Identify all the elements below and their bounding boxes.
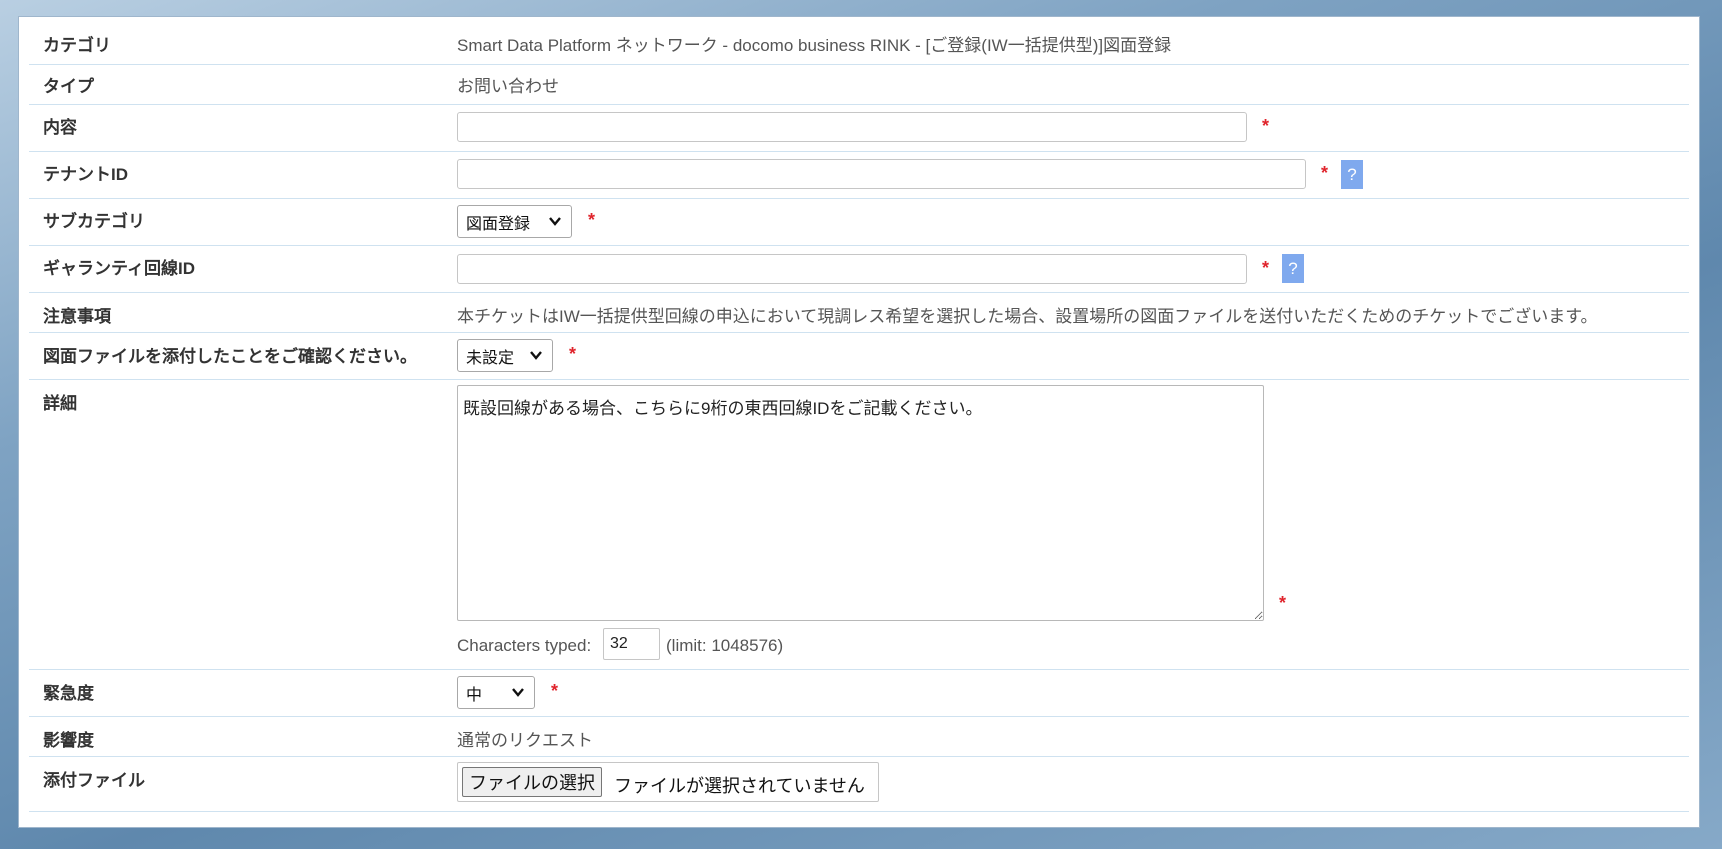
chevron-down-icon xyxy=(530,351,542,360)
row-urgency: 緊急度 中 * xyxy=(29,669,1689,717)
confirm-attach-label: 図面ファイルを添付したことをご確認ください。 xyxy=(43,347,417,366)
choose-file-button[interactable]: ファイルの選択 xyxy=(462,767,602,797)
chars-typed-field xyxy=(603,628,660,660)
category-label: カテゴリ xyxy=(43,36,111,55)
file-status-text: ファイルが選択されていません xyxy=(614,776,865,796)
row-subcategory: サブカテゴリ 図面登録 * xyxy=(29,198,1689,246)
confirm-attach-select[interactable]: 未設定 xyxy=(457,339,553,372)
file-input[interactable]: ファイルの選択 ファイルが選択されていません xyxy=(457,762,879,802)
tenant-id-label: テナントID xyxy=(43,165,128,184)
subcategory-required-mark: * xyxy=(588,210,596,230)
category-value: Smart Data Platform ネットワーク - docomo busi… xyxy=(457,36,1172,55)
impact-label: 影響度 xyxy=(43,731,94,750)
urgency-required-mark: * xyxy=(551,681,559,701)
type-value: お問い合わせ xyxy=(457,77,559,96)
row-confirm-attach: 図面ファイルを添付したことをご確認ください。 未設定 * xyxy=(29,332,1689,380)
subcategory-label: サブカテゴリ xyxy=(43,212,145,231)
guarantee-line-id-help-button[interactable]: ? xyxy=(1282,254,1304,283)
row-type: タイプ お問い合わせ xyxy=(29,64,1689,105)
row-content: 内容 * xyxy=(29,104,1689,152)
chars-limit-text: (limit: 1048576) xyxy=(666,636,784,655)
chevron-down-icon xyxy=(549,217,561,226)
guarantee-line-id-input[interactable] xyxy=(457,254,1247,284)
impact-value: 通常のリクエスト xyxy=(457,731,593,750)
notice-value: 本チケットはIW一括提供型回線の申込において現調レス希望を選択した場合、設置場所… xyxy=(457,307,1598,326)
guarantee-line-id-required-mark: * xyxy=(1262,258,1270,278)
tenant-id-required-mark: * xyxy=(1321,163,1329,183)
chars-typed-label: Characters typed: xyxy=(457,636,592,655)
details-textarea[interactable]: 既設回線がある場合、こちらに9桁の東西回線IDをご記載ください。 xyxy=(457,385,1264,621)
row-impact: 影響度 通常のリクエスト xyxy=(29,716,1689,757)
row-category: カテゴリ Smart Data Platform ネットワーク - docomo… xyxy=(29,17,1689,65)
notice-label: 注意事項 xyxy=(43,307,111,326)
tenant-id-help-button[interactable]: ? xyxy=(1341,160,1363,189)
chevron-down-icon xyxy=(512,688,524,697)
content-required-mark: * xyxy=(1262,116,1270,136)
details-required-mark: * xyxy=(1279,593,1287,613)
details-label: 詳細 xyxy=(43,394,77,413)
subcategory-selected: 図面登録 xyxy=(466,215,531,233)
type-label: タイプ xyxy=(43,77,94,96)
subcategory-select[interactable]: 図面登録 xyxy=(457,205,572,238)
confirm-attach-required-mark: * xyxy=(569,344,577,364)
tenant-id-input[interactable] xyxy=(457,159,1306,189)
attachment-label: 添付ファイル xyxy=(43,771,145,790)
row-details: 詳細 既設回線がある場合、こちらに9桁の東西回線IDをご記載ください。 * Ch… xyxy=(29,379,1689,670)
row-guarantee-line-id: ギャランティ回線ID * ? xyxy=(29,245,1689,293)
ticket-form-panel: カテゴリ Smart Data Platform ネットワーク - docomo… xyxy=(18,16,1700,828)
urgency-select[interactable]: 中 xyxy=(457,676,535,709)
row-tenant-id: テナントID * ? xyxy=(29,151,1689,199)
row-attachment: 添付ファイル ファイルの選択 ファイルが選択されていません xyxy=(29,756,1689,812)
row-notice: 注意事項 本チケットはIW一括提供型回線の申込において現調レス希望を選択した場合… xyxy=(29,292,1689,333)
content-input[interactable] xyxy=(457,112,1247,142)
confirm-attach-selected: 未設定 xyxy=(466,349,515,367)
urgency-label: 緊急度 xyxy=(43,684,94,703)
guarantee-line-id-label: ギャランティ回線ID xyxy=(43,259,195,278)
content-label: 内容 xyxy=(43,118,77,137)
urgency-selected: 中 xyxy=(466,686,483,704)
